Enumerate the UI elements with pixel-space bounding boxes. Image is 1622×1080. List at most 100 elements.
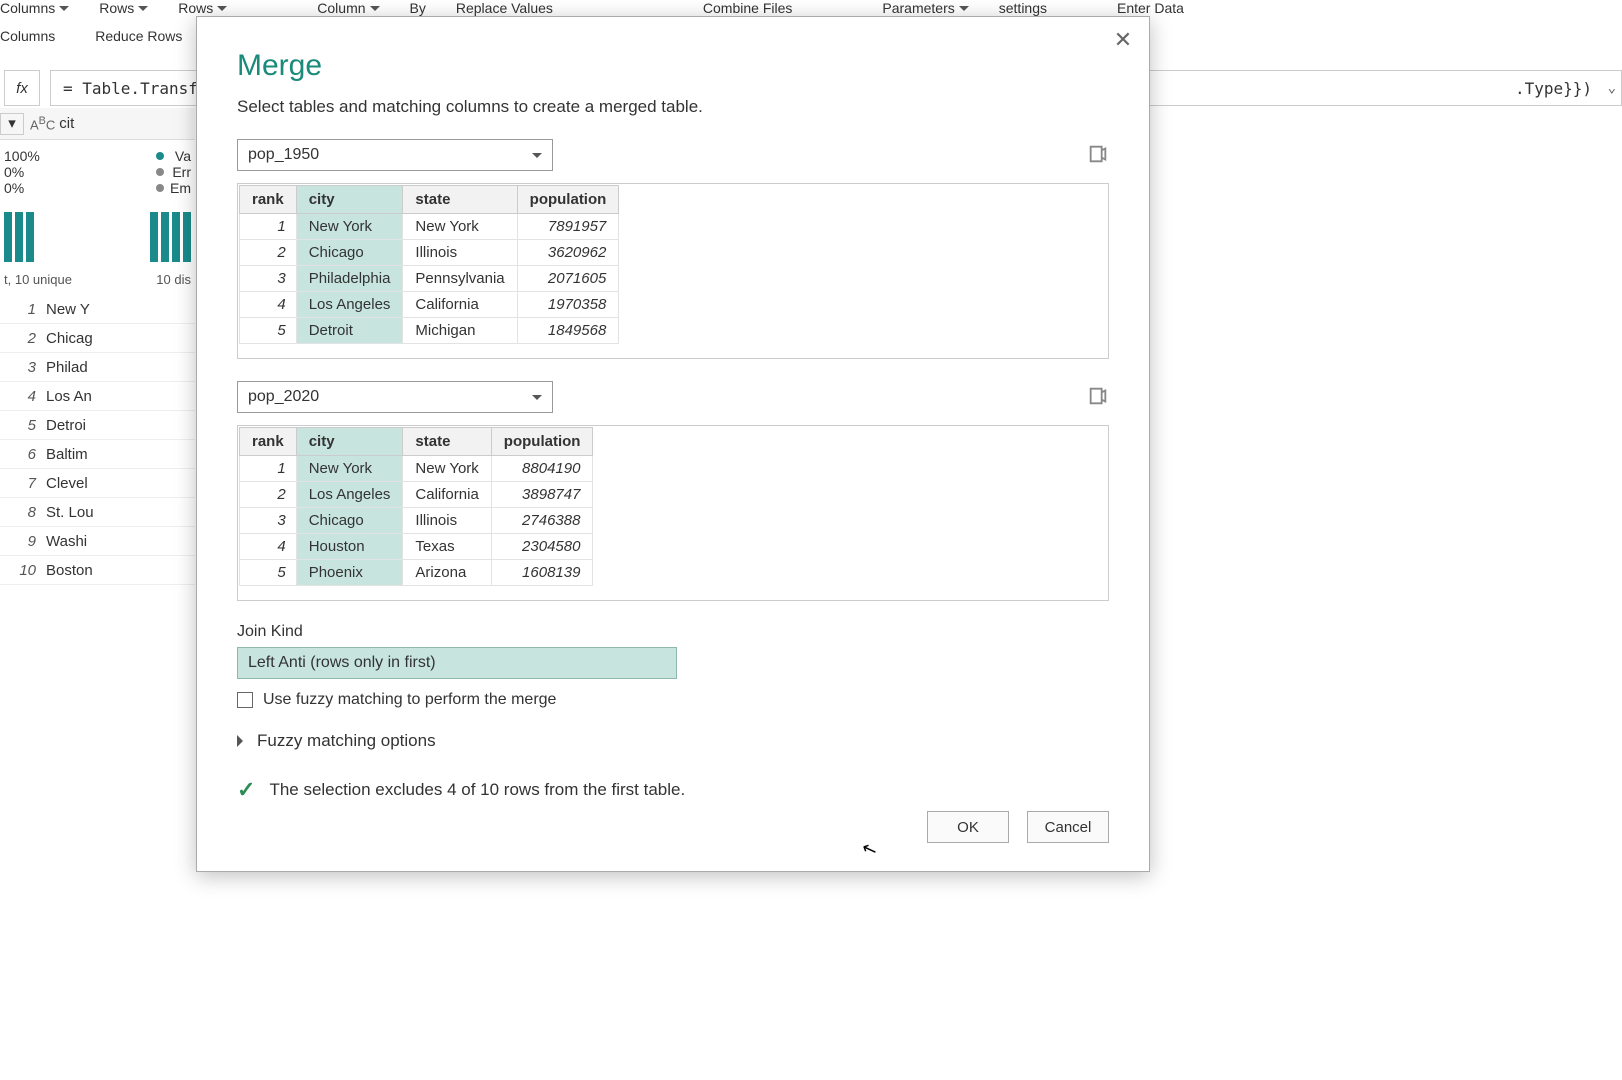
ribbon-column[interactable]: Column [317,0,379,16]
chevron-down-icon [532,153,542,163]
table-row[interactable]: 1New Y [0,295,195,324]
cell-population: 2746388 [491,508,593,534]
subribbon-columns: Columns [0,28,55,44]
text-type-icon: ABC [30,115,55,132]
ribbon-enterdata[interactable]: Enter Data [1117,0,1184,16]
dist-label-left: t, 10 unique [4,272,72,287]
table1-select[interactable]: pop_1950 [237,139,553,171]
cancel-button[interactable]: Cancel [1027,811,1109,843]
join-kind-select[interactable]: Left Anti (rows only in first) [237,647,677,679]
valid-pct: 100% [4,148,40,164]
button-row: OK Cancel [927,811,1109,843]
cell-city: Houston [296,534,403,560]
row-value: Chicag [46,330,195,347]
refresh-icon[interactable] [1087,143,1109,165]
table-row[interactable]: 5DetroitMichigan1849568 [240,318,619,344]
column-dropdown-icon[interactable]: ▾ [0,113,24,135]
table-row[interactable]: 2Los AngelesCalifornia3898747 [240,482,593,508]
table1-block: pop_1950 rankcitystatepopulation1New Yor… [237,139,1109,359]
table-row[interactable]: 3Philad [0,353,195,382]
fuzzy-checkbox-row[interactable]: Use fuzzy matching to perform the merge [237,691,1109,709]
table-row[interactable]: 4Los An [0,382,195,411]
column-header-population[interactable]: population [491,428,593,456]
row-value: Clevel [46,475,195,492]
cell-rank: 3 [240,508,297,534]
ribbon-columns[interactable]: Columns [0,0,69,16]
column-header-rank[interactable]: rank [240,186,297,214]
bg-column-header[interactable]: ▾ ABC cit [0,108,195,140]
row-value: Baltim [46,446,195,463]
cell-rank: 4 [240,292,297,318]
table-row[interactable]: 1New YorkNew York8804190 [240,456,593,482]
join-kind-value: Left Anti (rows only in first) [248,654,436,672]
table-row[interactable]: 6Baltim [0,440,195,469]
fuzzy-checkbox-label: Use fuzzy matching to perform the merge [263,691,556,709]
table-row[interactable]: 2ChicagoIllinois3620962 [240,240,619,266]
cell-population: 7891957 [517,214,619,240]
fuzzy-checkbox[interactable] [237,692,253,708]
table-row[interactable]: 8St. Lou [0,498,195,527]
row-number: 1 [0,301,46,318]
row-value: Los An [46,388,195,405]
table-row[interactable]: 5Detroi [0,411,195,440]
table-row[interactable]: 2Chicag [0,324,195,353]
column-header-city[interactable]: city [296,186,403,214]
chevron-down-icon[interactable]: ⌄ [1608,80,1616,96]
table-row[interactable]: 4HoustonTexas2304580 [240,534,593,560]
ribbon-rows2[interactable]: Rows [178,0,227,16]
cell-state: New York [403,214,517,240]
column-header-city[interactable]: city [296,428,403,456]
ribbon-combine[interactable]: Combine Files [703,0,792,16]
table-row[interactable]: 7Clevel [0,469,195,498]
subribbon-reduce: Reduce Rows [95,28,182,44]
cell-state: California [403,292,517,318]
fuzzy-options-label: Fuzzy matching options [257,731,436,751]
column-header-population[interactable]: population [517,186,619,214]
cell-state: Texas [403,534,491,560]
table-row[interactable]: 5PhoenixArizona1608139 [240,560,593,586]
table2-select[interactable]: pop_2020 [237,381,553,413]
table-row[interactable]: 3ChicagoIllinois2746388 [240,508,593,534]
table-row[interactable]: 10Boston [0,556,195,585]
row-number: 4 [0,388,46,405]
column-header-state[interactable]: state [403,186,517,214]
column-header-state[interactable]: state [403,428,491,456]
table-row[interactable]: 1New YorkNew York7891957 [240,214,619,240]
row-number: 3 [0,359,46,376]
cell-rank: 5 [240,560,297,586]
cell-state: Illinois [403,240,517,266]
check-icon: ✓ [237,777,255,803]
cell-rank: 1 [240,456,297,482]
table-row[interactable]: 9Washi [0,527,195,556]
close-button[interactable]: ✕ [1111,29,1135,53]
row-value: New Y [46,301,195,318]
cell-city: Chicago [296,240,403,266]
distribution-bars-right [150,206,191,262]
table-row[interactable]: 4Los AngelesCalifornia1970358 [240,292,619,318]
cell-population: 1608139 [491,560,593,586]
cell-rank: 1 [240,214,297,240]
table1-preview: rankcitystatepopulation1New YorkNew York… [237,183,1109,359]
table1-name: pop_1950 [248,146,319,164]
ribbon-rows[interactable]: Rows [99,0,148,16]
ribbon-parameters[interactable]: Parameters [882,0,968,16]
column-header-rank[interactable]: rank [240,428,297,456]
bg-rows: 1New Y2Chicag3Philad4Los An5Detroi6Balti… [0,295,195,585]
table2-preview: rankcitystatepopulation1New YorkNew York… [237,425,1109,601]
row-number: 8 [0,504,46,521]
ribbon-replace[interactable]: Replace Values [456,0,553,16]
cell-rank: 3 [240,266,297,292]
cell-population: 2304580 [491,534,593,560]
background-grid: ▾ ABC cit 100% 0% 0% Va Err Em t, [0,108,195,585]
fuzzy-options-expander[interactable]: Fuzzy matching options [237,731,1109,751]
ribbon-by[interactable]: By [410,0,426,16]
cell-rank: 4 [240,534,297,560]
table-row[interactable]: 3PhiladelphiaPennsylvania2071605 [240,266,619,292]
cell-population: 3620962 [517,240,619,266]
fx-button[interactable]: fx [4,70,40,106]
refresh-icon[interactable] [1087,385,1109,407]
ribbon-settings[interactable]: settings [999,0,1047,16]
cell-city: New York [296,214,403,240]
ok-button[interactable]: OK [927,811,1009,843]
row-number: 10 [0,562,46,579]
